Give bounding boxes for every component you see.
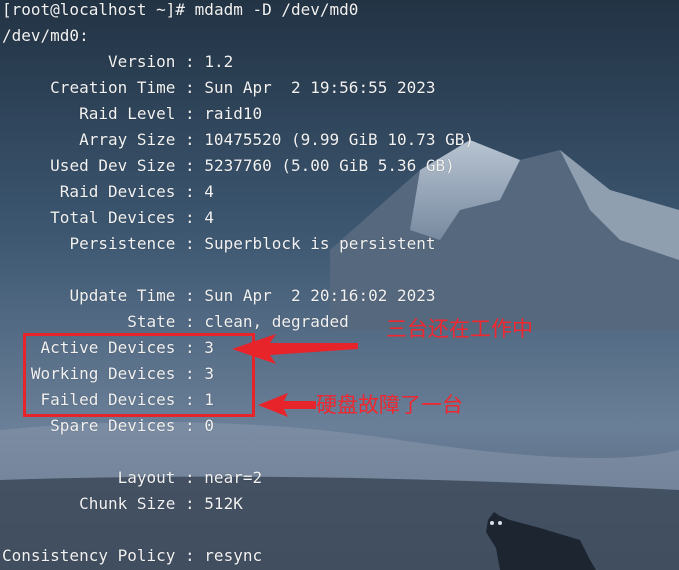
field-raid-devices: Raid Devices : 4 [59, 182, 214, 201]
field-chunk-size: Chunk Size : 512K [79, 494, 243, 513]
field-consistency-policy: Consistency Policy : resync [2, 546, 263, 565]
field-total-devices: Total Devices : 4 [50, 208, 214, 227]
field-raid-level: Raid Level : raid10 [79, 104, 263, 123]
field-update-time: Update Time : Sun Apr 2 20:16:02 2023 [69, 286, 436, 305]
field-creation-time: Creation Time : Sun Apr 2 19:56:55 2023 [50, 78, 436, 97]
device-header: /dev/md0: [2, 26, 89, 45]
terminal-window[interactable]: [root@localhost ~]# mdadm -D /dev/md0 /d… [0, 0, 679, 570]
shell-prompt: [root@localhost ~]# [2, 0, 186, 19]
field-used-dev-size: Used Dev Size : 5237760 (5.00 GiB 5.36 G… [50, 156, 455, 175]
field-version: Version : 1.2 [107, 52, 234, 71]
field-layout: Layout : near=2 [117, 468, 263, 487]
command-text: mdadm -D /dev/md0 [194, 0, 359, 19]
field-array-size: Array Size : 10475520 (9.99 GiB 10.73 GB… [79, 130, 475, 149]
field-state: State : clean, degraded [127, 312, 349, 331]
field-persistence: Persistence : Superblock is persistent [69, 234, 436, 253]
annotation-failed-note: 硬盘故障了一台 [316, 393, 463, 417]
highlight-box [23, 333, 255, 417]
command-line: [root@localhost ~]# mdadm -D /dev/md0 [2, 0, 358, 23]
annotation-working-note: 三台还在工作中 [386, 317, 533, 341]
